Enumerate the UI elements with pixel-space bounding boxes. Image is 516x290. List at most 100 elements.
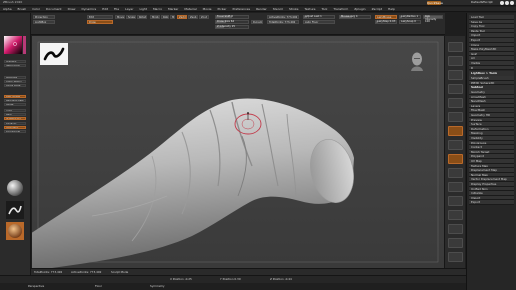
z-intensity-slider[interactable]: Z Intensity 25	[215, 25, 249, 29]
zoom-button[interactable]	[448, 84, 463, 94]
menu-item-preferences[interactable]: Preferences	[232, 8, 250, 11]
menu-item-render[interactable]: Render	[256, 8, 267, 11]
lazy-snap-slider[interactable]: LazySnap 0	[399, 20, 421, 24]
rotate-button[interactable]: Rotate	[137, 15, 147, 19]
draw-button[interactable]: Draw	[87, 20, 113, 24]
projection-button[interactable]: Projection	[33, 15, 55, 19]
transp-button[interactable]	[448, 238, 463, 248]
xpose-button[interactable]: Xpose	[4, 103, 26, 106]
m-button[interactable]: M	[170, 15, 175, 19]
zsub-button[interactable]: Zsub	[188, 15, 198, 19]
curve-mode-button[interactable]: Curve Mode	[4, 84, 26, 87]
zadd-button[interactable]: Zadd	[177, 15, 187, 19]
actual-button[interactable]	[448, 98, 463, 108]
default-zscript-label[interactable]: DefaultZScript	[471, 1, 493, 4]
dynamic-toggle[interactable]: Dynamic	[251, 20, 263, 24]
alternate-button[interactable]: Alternate	[4, 76, 26, 79]
scale-button[interactable]: Scale	[126, 15, 136, 19]
edit-button[interactable]: Edit	[87, 15, 113, 19]
color-picker-icon[interactable]	[3, 35, 27, 59]
quick-sketch-button[interactable]: Quick Sketch	[4, 80, 26, 83]
menu-item-transform[interactable]: Transform	[333, 8, 348, 11]
menu-item-layer[interactable]: Layer	[125, 8, 133, 11]
rgb-button[interactable]: Rgb	[161, 15, 169, 19]
persp-button[interactable]	[448, 112, 463, 122]
menu-item-alpha[interactable]: Alpha	[3, 8, 12, 11]
menu-item-edit[interactable]: Edit	[102, 8, 108, 11]
close-icon[interactable]	[510, 0, 514, 5]
focal-shift-slider[interactable]: Focal Shift 0	[215, 15, 249, 19]
menu-item-material[interactable]: Material	[184, 8, 196, 11]
front-button[interactable]: Front	[4, 109, 26, 112]
maximize-icon[interactable]	[505, 0, 509, 5]
rgb-intensity-slider[interactable]: Rgb Intensity 100	[423, 15, 443, 23]
tray-section-header[interactable]: Lightbox > Tools	[469, 71, 514, 76]
menu-item-help[interactable]: Help	[388, 8, 395, 11]
gradient-button[interactable]: Gradient	[4, 60, 26, 63]
menu-item-stroke[interactable]: Stroke	[289, 8, 299, 11]
lazy-step-slider[interactable]: LazyStep 0.03	[375, 20, 397, 24]
zcut-button[interactable]: Zcut	[199, 15, 209, 19]
tray-top-button[interactable]: R	[469, 65, 514, 71]
back-button[interactable]: Back	[4, 113, 26, 116]
material-icon[interactable]	[6, 222, 24, 240]
menu-item-brush[interactable]: Brush	[18, 8, 27, 11]
symmetry-button[interactable]: Symmetry	[4, 126, 26, 129]
dynamic-button[interactable]: Dynamic	[4, 122, 26, 125]
switchcolor-button[interactable]: SwitchColor	[4, 64, 26, 67]
lazy-radius-slider[interactable]: LazyRadius 1	[399, 15, 421, 19]
sculptris-pro-button[interactable]: Sculptris Pro	[4, 117, 26, 120]
draw-size-slider[interactable]: Draw Size 64	[215, 20, 249, 24]
backface-mask-button[interactable]: Backface Mask	[4, 99, 26, 102]
menu-item-texture[interactable]: Texture	[305, 8, 316, 11]
polyf-button[interactable]	[448, 224, 463, 234]
tray-section-header[interactable]: Subtool	[469, 85, 514, 90]
scroll-button[interactable]	[448, 70, 463, 80]
floor-button[interactable]	[448, 126, 463, 136]
auto-floor-button[interactable]: Auto Floor	[303, 20, 335, 24]
zoom3d-button[interactable]	[448, 196, 463, 206]
bottom-floor[interactable]: Floor	[95, 284, 102, 288]
frame-button[interactable]	[448, 168, 463, 178]
bottom-symmetry[interactable]: Symmetry	[150, 284, 165, 288]
mrgb-button[interactable]: Mrgb	[150, 15, 160, 19]
bottom-perspective[interactable]: Perspective	[28, 284, 44, 288]
menu-item-movie[interactable]: Movie	[203, 8, 212, 11]
lazy-mouse-toggle[interactable]: LazyMouse	[375, 15, 397, 19]
head-navigation-icon[interactable]	[408, 50, 426, 72]
brush-icon[interactable]	[6, 179, 24, 197]
lazy-mouse-button[interactable]: Lazy Mouse	[4, 95, 26, 98]
menu-item-macro[interactable]: Macro	[153, 8, 162, 11]
mouse-avg-slider[interactable]: Mouse Avg 4	[339, 15, 371, 19]
move-nav-button[interactable]	[448, 182, 463, 192]
quicksave-button[interactable]: QuickSave	[427, 0, 443, 5]
rotate-nav-button[interactable]	[448, 210, 463, 220]
menu-item-marker[interactable]: Marker	[168, 8, 178, 11]
menu-item-picker[interactable]: Picker	[218, 8, 227, 11]
menu-item-document[interactable]: Document	[46, 8, 62, 11]
menu-item-light[interactable]: Light	[139, 8, 147, 11]
lsym-button[interactable]	[448, 154, 463, 164]
menu-item-zscript[interactable]: Zscript	[372, 8, 382, 11]
solo-button[interactable]	[448, 252, 463, 262]
edit-normal-button[interactable]: Edit Normal	[4, 130, 26, 133]
sculpt-model[interactable]	[32, 36, 444, 268]
canvas-viewport[interactable]	[32, 36, 444, 268]
tray-menu-item[interactable]: Export	[469, 200, 514, 205]
local-button[interactable]	[448, 140, 463, 150]
spix-button[interactable]	[448, 56, 463, 66]
move-button[interactable]: Move	[115, 15, 125, 19]
menu-item-zplugin[interactable]: Zplugin	[354, 8, 365, 11]
minimize-icon[interactable]	[500, 0, 504, 5]
menu-item-dynamics[interactable]: Dynamics	[81, 8, 96, 11]
menu-item-tool[interactable]: Tool	[321, 8, 327, 11]
menu-item-color[interactable]: Color	[32, 8, 40, 11]
menu-item-stencil[interactable]: Stencil	[273, 8, 283, 11]
stroke-icon[interactable]	[6, 201, 24, 219]
right-tray: Load Tool Save As Copy Tool Paste Tool Impor…	[466, 13, 516, 290]
adjust-last-slider[interactable]: Adjust Last 1	[303, 15, 335, 19]
menu-item-file[interactable]: File	[114, 8, 119, 11]
bpr-button[interactable]	[448, 42, 463, 52]
menu-item-draw[interactable]: Draw	[68, 8, 76, 11]
lightbox-button[interactable]: LightBox	[33, 20, 55, 24]
